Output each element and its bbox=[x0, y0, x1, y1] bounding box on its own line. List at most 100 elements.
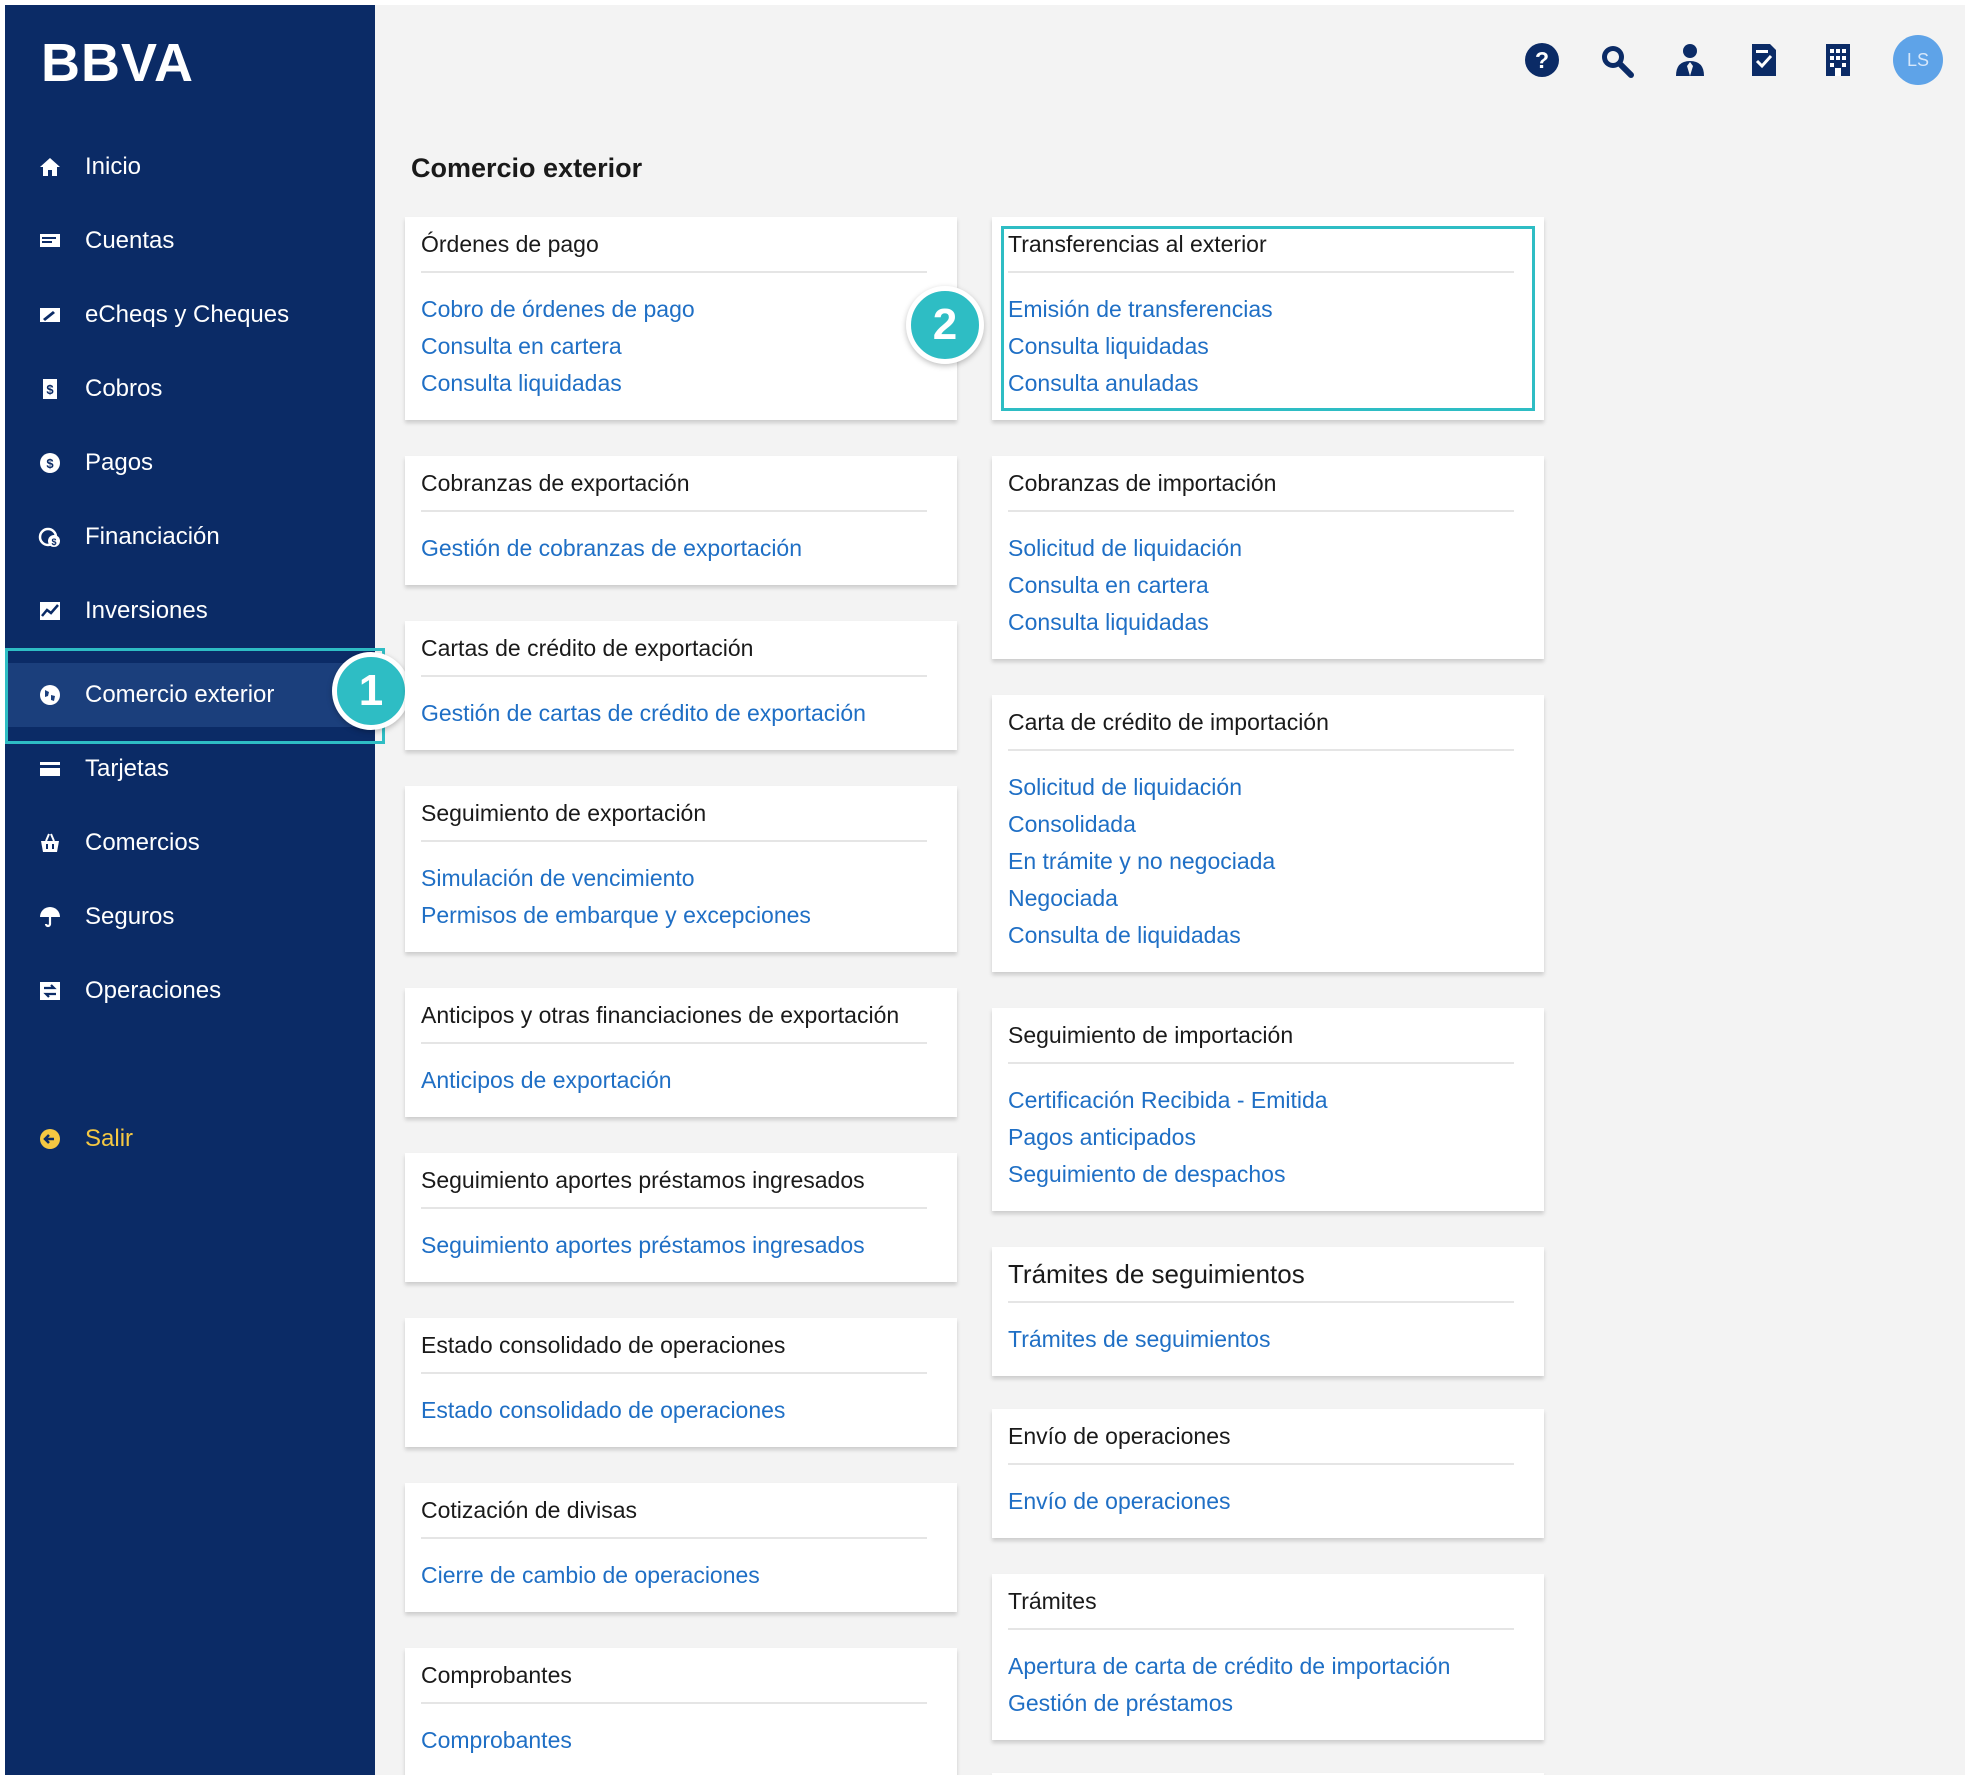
building-icon[interactable] bbox=[1819, 41, 1857, 79]
link-solicitud-liquidacion[interactable]: Solicitud de liquidación bbox=[1008, 769, 1514, 806]
link-cierre-cambio[interactable]: Cierre de cambio de operaciones bbox=[421, 1557, 927, 1594]
svg-text:BBVA: BBVA bbox=[41, 33, 194, 93]
payments-icon: $ bbox=[37, 450, 63, 476]
card-title: Cobranzas de importación bbox=[1008, 456, 1514, 512]
sidebar-item-label: Inversiones bbox=[85, 597, 208, 624]
link-emision-transferencias[interactable]: Emisión de transferencias bbox=[1008, 291, 1514, 328]
link-comprobantes[interactable]: Comprobantes bbox=[421, 1722, 927, 1759]
card-cobranzas-exportacion: Cobranzas de exportación Gestión de cobr… bbox=[405, 456, 957, 585]
card-ordenes-de-pago: Órdenes de pago Cobro de órdenes de pago… bbox=[405, 217, 957, 420]
home-icon bbox=[37, 154, 63, 180]
card-title: Trámites de seguimientos bbox=[1008, 1247, 1514, 1303]
card-title: Seguimiento aportes préstamos ingresados bbox=[421, 1153, 927, 1209]
user-avatar[interactable]: LS bbox=[1893, 35, 1943, 85]
header-toolbar: ? LS bbox=[1523, 35, 1943, 85]
sidebar-item-comercio-exterior[interactable]: Comercio exterior bbox=[5, 663, 375, 727]
step-badge-1: 1 bbox=[332, 652, 410, 730]
card-title: Estado consolidado de operaciones bbox=[421, 1318, 927, 1374]
document-check-icon[interactable] bbox=[1745, 41, 1783, 79]
card-title: Envío de operaciones bbox=[1008, 1409, 1514, 1465]
link-simulacion-vencimiento[interactable]: Simulación de vencimiento bbox=[421, 860, 927, 897]
search-icon[interactable] bbox=[1597, 41, 1635, 79]
sidebar-item-echeqs[interactable]: eCheqs y Cheques bbox=[5, 283, 375, 347]
link-certificacion[interactable]: Certificación Recibida - Emitida bbox=[1008, 1082, 1514, 1119]
link-consulta-liquidadas[interactable]: Consulta liquidadas bbox=[421, 365, 927, 402]
card-cartas-credito-exportacion: Cartas de crédito de exportación Gestión… bbox=[405, 621, 957, 750]
sidebar-item-inicio[interactable]: Inicio bbox=[5, 135, 375, 199]
sidebar-item-label: Salir bbox=[85, 1125, 134, 1152]
sidebar-item-cuentas[interactable]: Cuentas bbox=[5, 209, 375, 273]
card-comprobantes: Comprobantes Comprobantes bbox=[405, 1648, 957, 1775]
link-consulta-anuladas[interactable]: Consulta anuladas bbox=[1008, 365, 1514, 402]
collections-icon: $ bbox=[37, 376, 63, 402]
link-negociada[interactable]: Negociada bbox=[1008, 880, 1514, 917]
help-icon[interactable]: ? bbox=[1523, 41, 1561, 79]
card-estado-consolidado: Estado consolidado de operaciones Estado… bbox=[405, 1318, 957, 1447]
card-anticipos-financiaciones: Anticipos y otras financiaciones de expo… bbox=[405, 988, 957, 1117]
sidebar-item-cobros[interactable]: $ Cobros bbox=[5, 357, 375, 421]
sidebar-item-comercios[interactable]: Comercios bbox=[5, 811, 375, 875]
link-pagos-anticipados[interactable]: Pagos anticipados bbox=[1008, 1119, 1514, 1156]
card-title: Transferencias al exterior bbox=[1008, 217, 1514, 273]
card-envio-operaciones: Envío de operaciones Envío de operacione… bbox=[992, 1409, 1544, 1538]
link-solicitud-liquidacion[interactable]: Solicitud de liquidación bbox=[1008, 530, 1514, 567]
link-gestion-cartas-credito-exportacion[interactable]: Gestión de cartas de crédito de exportac… bbox=[421, 695, 927, 732]
sidebar-item-label: Comercios bbox=[85, 829, 200, 856]
accounts-icon bbox=[37, 228, 63, 254]
sidebar-item-financiacion[interactable]: $ Financiación bbox=[5, 505, 375, 569]
sidebar-item-label: Operaciones bbox=[85, 977, 222, 1004]
card-seguimiento-importacion: Seguimiento de importación Certificación… bbox=[992, 1008, 1544, 1211]
user-icon[interactable] bbox=[1671, 41, 1709, 79]
sidebar: BBVA Inicio Cuentas eCheqs y Cheques $ C… bbox=[5, 5, 375, 1775]
link-gestion-prestamos[interactable]: Gestión de préstamos bbox=[1008, 1685, 1514, 1722]
step-badge-2: 2 bbox=[906, 286, 984, 364]
bbva-logo[interactable]: BBVA bbox=[41, 25, 211, 95]
sidebar-item-label: Cuentas bbox=[85, 227, 175, 254]
link-consulta-de-liquidadas[interactable]: Consulta de liquidadas bbox=[1008, 917, 1514, 954]
link-consulta-liquidadas[interactable]: Consulta liquidadas bbox=[1008, 604, 1514, 641]
sidebar-item-inversiones[interactable]: Inversiones bbox=[5, 579, 375, 643]
card-title: Cobranzas de exportación bbox=[421, 456, 927, 512]
card-title: Seguimiento de exportación bbox=[421, 786, 927, 842]
card-title: Comprobantes bbox=[421, 1648, 927, 1704]
card-title: Cartas de crédito de exportación bbox=[421, 621, 927, 677]
link-consolidada[interactable]: Consolidada bbox=[1008, 806, 1514, 843]
sidebar-item-tarjetas[interactable]: Tarjetas bbox=[5, 737, 375, 801]
link-consulta-en-cartera[interactable]: Consulta en cartera bbox=[421, 328, 927, 365]
link-estado-consolidado[interactable]: Estado consolidado de operaciones bbox=[421, 1392, 927, 1429]
svg-text:$: $ bbox=[46, 382, 54, 397]
link-envio-operaciones[interactable]: Envío de operaciones bbox=[1008, 1483, 1514, 1520]
link-seguimiento-aportes[interactable]: Seguimiento aportes préstamos ingresados bbox=[421, 1227, 927, 1264]
card-icon bbox=[37, 756, 63, 782]
app-frame: BBVA Inicio Cuentas eCheqs y Cheques $ C… bbox=[5, 5, 1965, 1775]
link-permisos-embarque[interactable]: Permisos de embarque y excepciones bbox=[421, 897, 927, 934]
link-consulta-en-cartera[interactable]: Consulta en cartera bbox=[1008, 567, 1514, 604]
link-apertura-carta-credito[interactable]: Apertura de carta de crédito de importac… bbox=[1008, 1648, 1514, 1685]
sidebar-item-seguros[interactable]: Seguros bbox=[5, 885, 375, 949]
link-gestion-cobranzas-exportacion[interactable]: Gestión de cobranzas de exportación bbox=[421, 530, 927, 567]
card-title: Carta de crédito de importación bbox=[1008, 695, 1514, 751]
shop-icon bbox=[37, 830, 63, 856]
link-consulta-liquidadas[interactable]: Consulta liquidadas bbox=[1008, 328, 1514, 365]
link-cobro-ordenes-pago[interactable]: Cobro de órdenes de pago bbox=[421, 291, 927, 328]
exit-icon bbox=[37, 1126, 63, 1152]
sidebar-item-salir[interactable]: Salir bbox=[5, 1107, 375, 1171]
link-anticipos-exportacion[interactable]: Anticipos de exportación bbox=[421, 1062, 927, 1099]
link-en-tramite[interactable]: En trámite y no negociada bbox=[1008, 843, 1514, 880]
investments-icon bbox=[37, 598, 63, 624]
svg-text:?: ? bbox=[1535, 47, 1549, 73]
card-transferencias-exterior: Transferencias al exterior Emisión de tr… bbox=[992, 217, 1544, 420]
card-title: Seguimiento de importación bbox=[1008, 1008, 1514, 1064]
svg-text:$: $ bbox=[46, 456, 54, 471]
card-seguimiento-exportacion: Seguimiento de exportación Simulación de… bbox=[405, 786, 957, 952]
globe-icon bbox=[37, 682, 63, 708]
sidebar-item-label: Tarjetas bbox=[85, 755, 170, 782]
link-seguimiento-despachos[interactable]: Seguimiento de despachos bbox=[1008, 1156, 1514, 1193]
sidebar-item-pagos[interactable]: $ Pagos bbox=[5, 431, 375, 495]
link-tramites-seguimientos[interactable]: Trámites de seguimientos bbox=[1008, 1321, 1514, 1358]
sidebar-item-label: Pagos bbox=[85, 449, 154, 476]
card-carta-credito-importacion: Carta de crédito de importación Solicitu… bbox=[992, 695, 1544, 972]
card-tramites: Trámites Apertura de carta de crédito de… bbox=[992, 1574, 1544, 1740]
sidebar-item-label: Comercio exterior bbox=[85, 681, 275, 708]
sidebar-item-operaciones[interactable]: Operaciones bbox=[5, 959, 375, 1023]
